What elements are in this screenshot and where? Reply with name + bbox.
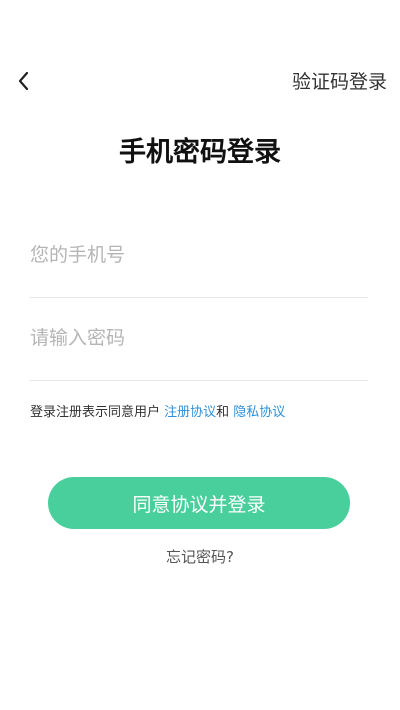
password-input[interactable] — [30, 323, 368, 353]
privacy-link[interactable]: 隐私协议 — [233, 405, 285, 420]
login-screen: 验证码登录 手机密码登录 登录注册表示同意用户 注册协议和 隐私协议 同意协议并… — [0, 0, 400, 710]
phone-input[interactable] — [30, 240, 368, 270]
phone-field — [30, 240, 368, 298]
terms-link[interactable]: 注册协议 — [164, 405, 216, 420]
back-button[interactable] — [10, 66, 36, 96]
password-field — [30, 323, 368, 381]
page-title: 手机密码登录 — [119, 137, 281, 168]
login-button[interactable]: 同意协议并登录 — [48, 477, 350, 529]
agreement-connector: 和 — [216, 405, 234, 420]
forgot-password-link[interactable]: 忘记密码? — [0, 547, 400, 567]
agreement-prefix: 登录注册表示同意用户 — [30, 405, 165, 420]
agreement-text: 登录注册表示同意用户 注册协议和 隐私协议 — [30, 404, 285, 422]
chevron-left-icon — [17, 71, 29, 91]
sms-login-link[interactable]: 验证码登录 — [292, 70, 387, 94]
